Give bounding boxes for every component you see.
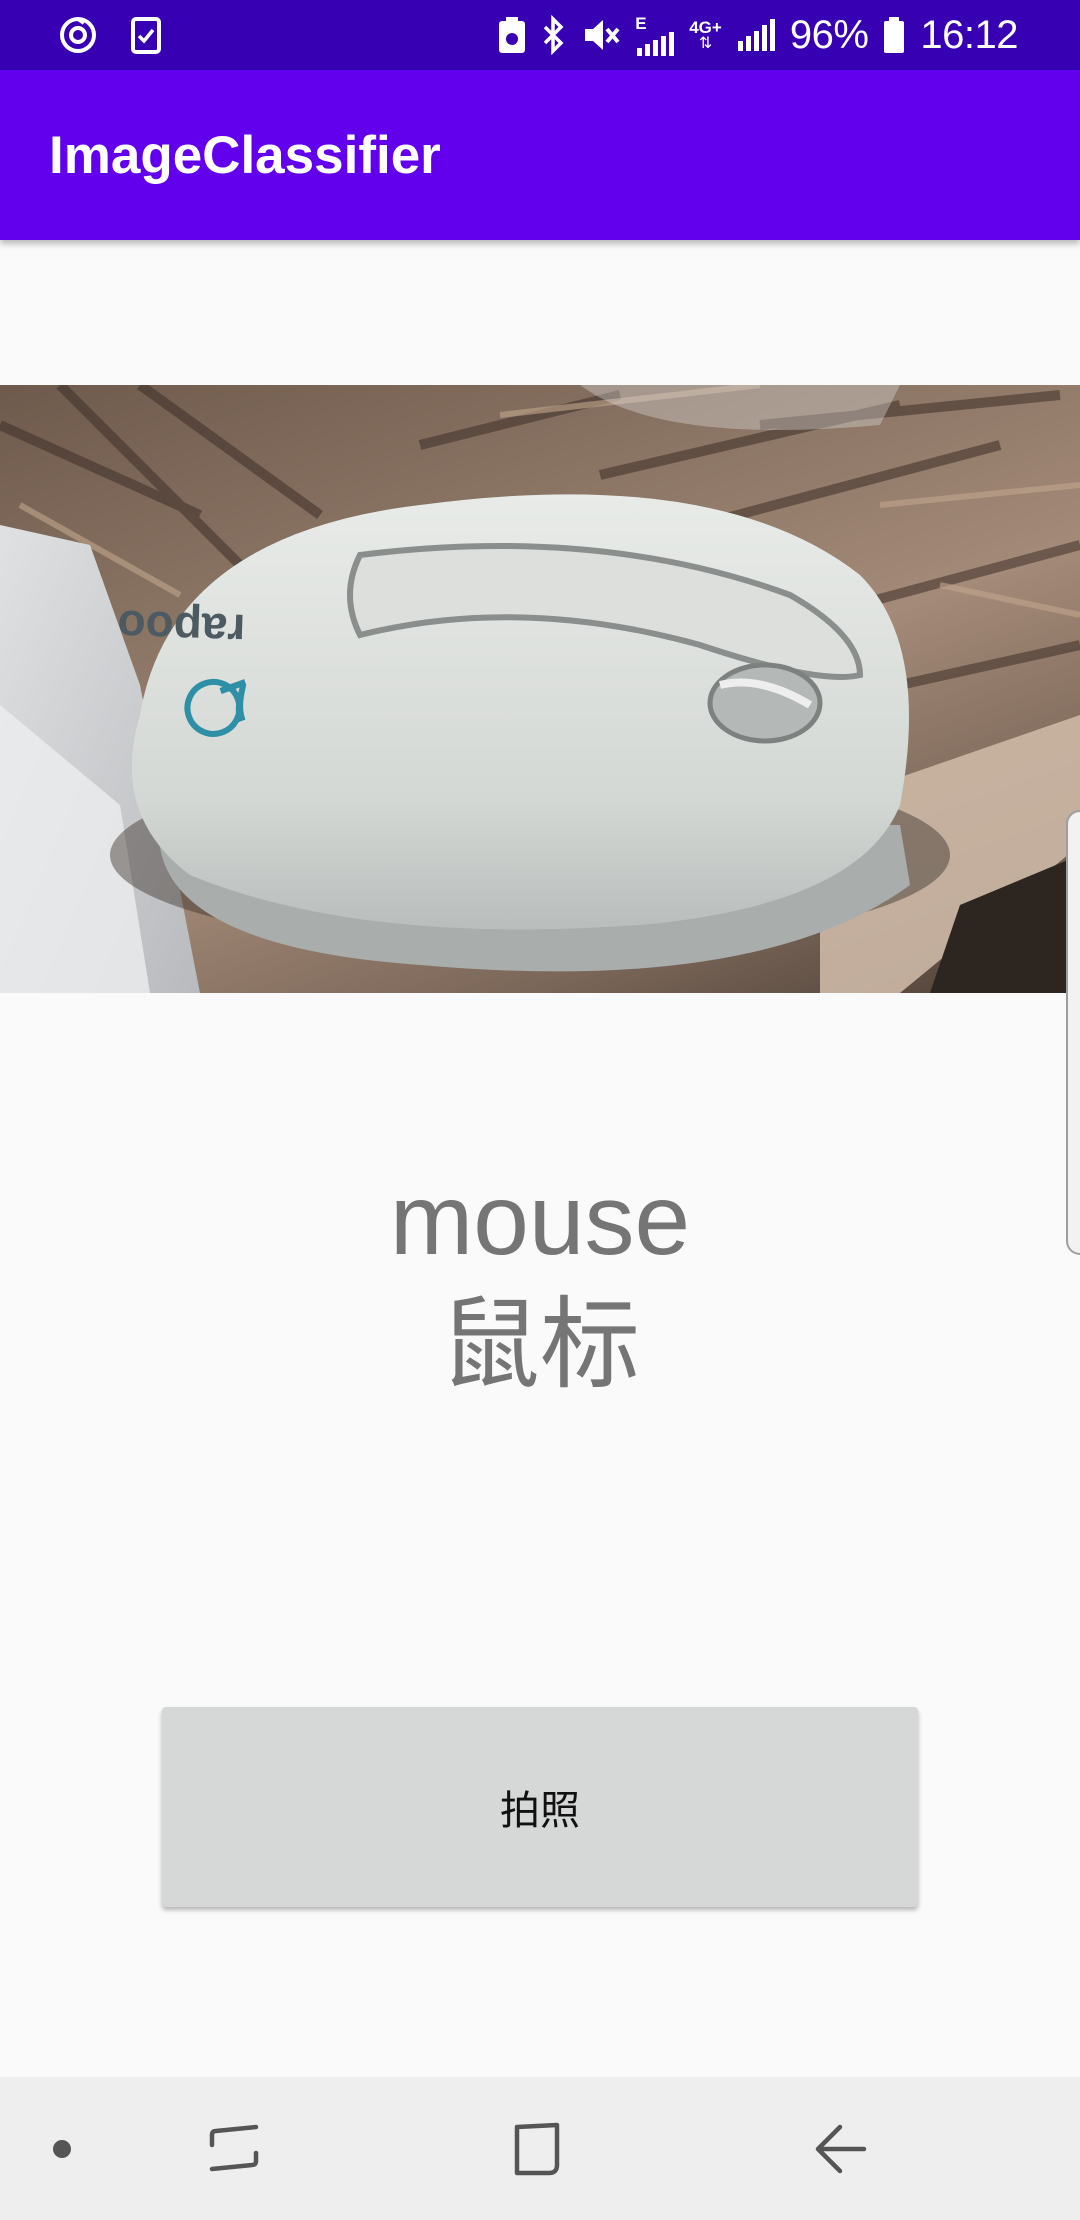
take-photo-button[interactable]: 拍照 xyxy=(162,1707,918,1907)
battery-icon xyxy=(882,15,906,55)
screen: E 4G+ ⇅ 96% 16:12 ImageClassifier rapoo … xyxy=(0,0,1080,2220)
battery-percent: 96% xyxy=(789,12,869,57)
status-right-icons: E 4G+ ⇅ 96% 16:12 xyxy=(497,0,1018,70)
bluetooth-icon xyxy=(541,15,567,55)
dot-icon[interactable] xyxy=(22,2077,102,2220)
app-title: ImageClassifier xyxy=(49,125,441,185)
back-icon[interactable] xyxy=(790,2077,890,2220)
recent-apps-icon[interactable] xyxy=(184,2077,284,2220)
mute-icon xyxy=(581,15,621,55)
result-label-en: mouse xyxy=(389,1164,691,1276)
clock: 16:12 xyxy=(920,12,1018,57)
signal-icon: E xyxy=(635,15,675,56)
network-type-small: E xyxy=(635,13,647,33)
data-4g-icon: 4G+ ⇅ xyxy=(689,17,722,52)
battery-saver-icon xyxy=(497,15,527,55)
navigation-bar xyxy=(0,2077,1080,2220)
classified-photo: rapoo 7 xyxy=(0,385,1080,993)
task-icon xyxy=(130,15,162,55)
status-bar: E 4G+ ⇅ 96% 16:12 xyxy=(0,0,1080,70)
home-icon[interactable] xyxy=(487,2077,587,2220)
brand-print: rapoo xyxy=(117,601,247,657)
sync-icon xyxy=(58,15,98,55)
app-bar: ImageClassifier xyxy=(0,70,1080,240)
result-label-zh: 鼠标 xyxy=(440,1286,640,1403)
edge-panel-handle[interactable] xyxy=(1066,810,1080,1255)
status-left-icons xyxy=(58,15,162,55)
network-type: 4G+ xyxy=(689,17,722,37)
signal-icon-2 xyxy=(736,19,776,51)
